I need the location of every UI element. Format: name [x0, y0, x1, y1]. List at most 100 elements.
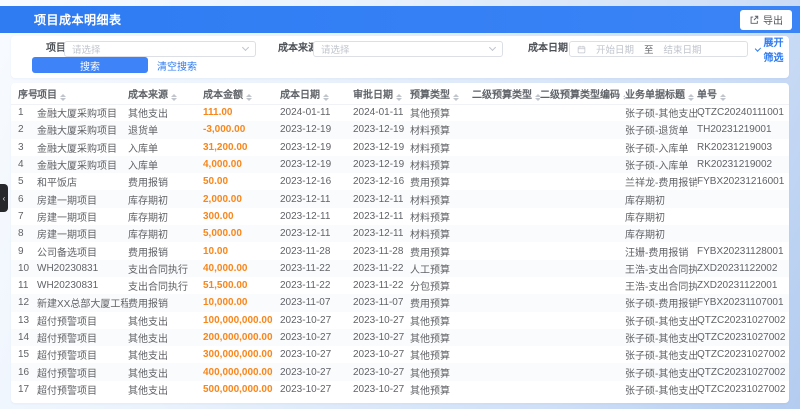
table-cell: 金融大厦采购项目 — [37, 109, 117, 121]
drawer-collapse-handle[interactable]: ‹ — [0, 184, 8, 212]
table-cell: 材料预算 — [410, 195, 450, 207]
column-header-4[interactable]: 成本日期 — [280, 83, 353, 105]
table-cell: 张子硕-其他支出 — [625, 368, 697, 380]
table-cell: WH20230831 — [37, 280, 99, 292]
table-cell: 51,500.00 — [203, 280, 248, 292]
project-select[interactable]: 请选择 — [64, 41, 256, 57]
table-cell: 10,000.00 — [203, 297, 248, 309]
table-cell: 2023-11-28 — [280, 245, 331, 257]
table-cell: 2023-12-19 — [280, 124, 332, 136]
export-button[interactable]: 导出 — [740, 9, 792, 30]
table-header-row: 序号 项目 成本来源 成本金额 成本日期 审批日期 预算类型 二级预算类型 二级预算类型编码 业务… — [11, 83, 789, 105]
cost-source-select[interactable]: 请选择 — [313, 41, 503, 57]
table-cell: 张子硕-入库单 — [625, 161, 689, 173]
sort-icon — [171, 93, 177, 101]
table-cell: 超付预警项目 — [37, 368, 97, 380]
column-header-1[interactable]: 项目 — [37, 83, 128, 105]
table-cell: 2023-11-22 — [353, 262, 404, 274]
table-row: 5 和平饭店 费用报销 50.00 2023-12-16 2023-12-16 费用预算 兰祥… — [11, 173, 789, 190]
table-cell: 金融大厦采购项目 — [37, 126, 117, 138]
column-header-9[interactable]: 业务单据标题 — [625, 83, 697, 105]
table-cell: QTZC20231027002 — [697, 349, 786, 361]
table-cell: 1 — [18, 107, 24, 119]
table-cell: 2023-12-16 — [280, 176, 332, 188]
table-cell: 300,000,000.00 — [203, 349, 273, 361]
table-cell: 8 — [18, 228, 24, 240]
table-cell: 其他预算 — [410, 368, 450, 380]
column-header-label: 成本金额 — [203, 89, 243, 101]
table-cell: 2023-10-27 — [353, 349, 405, 361]
sort-icon — [396, 93, 402, 101]
table-row: 16 超付预警项目 其他支出 400,000,000.00 2023-10-27 2023… — [11, 363, 789, 381]
table-cell: 10 — [18, 262, 30, 274]
table-cell: QTZC20240111001 — [697, 107, 784, 119]
table-cell: 2023-10-27 — [280, 366, 332, 378]
table-cell: FYBX20231128001 — [697, 245, 784, 257]
start-date-placeholder: 开始日期 — [595, 45, 634, 56]
table-cell: 2023-10-27 — [280, 349, 332, 361]
column-header-label: 成本日期 — [280, 89, 320, 101]
table-cell: 入库单 — [128, 143, 158, 155]
column-header-2[interactable]: 成本来源 — [128, 83, 203, 105]
expand-filter-link[interactable]: 展开筛选 — [754, 38, 789, 64]
table-cell: 新建XX总部大厦工程二期 — [37, 299, 128, 311]
table-cell: 5,000.00 — [203, 228, 242, 240]
table-cell: 2023-12-11 — [353, 228, 404, 240]
column-header-label: 审批日期 — [353, 89, 393, 101]
table-cell — [540, 104, 625, 121]
cost-date-range-input[interactable]: 开始日期 至 结束日期 — [569, 41, 748, 57]
table-cell — [540, 208, 625, 225]
table-cell: 张子硕-入库单 — [625, 143, 689, 155]
table-cell — [472, 104, 540, 121]
table-cell: 库存期初 — [625, 195, 665, 207]
table-row: 10 WH20230831 支出合同执行 40,000.00 2023-11-22 202… — [11, 259, 789, 277]
table-cell: 张子硕-费用报销 — [625, 299, 697, 311]
table-cell: 人工预算 — [410, 264, 450, 276]
table-row: 7 房建一期项目 库存期初 300.00 2023-12-11 2023-12-11 材料预… — [11, 208, 789, 225]
table-row: 15 超付预警项目 其他支出 300,000,000.00 2023-10-27 2023… — [11, 346, 789, 363]
search-button[interactable]: 搜索 — [32, 57, 148, 73]
clear-search-button[interactable]: 清空搜索 — [157, 57, 197, 73]
table-cell: 库存期初 — [128, 230, 168, 242]
column-header-5[interactable]: 审批日期 — [353, 83, 410, 105]
table-cell: 其他预算 — [410, 351, 450, 363]
column-header-3[interactable]: 成本金额 — [203, 83, 280, 105]
table-cell: QTZC20231027002 — [697, 332, 786, 343]
column-header-7[interactable]: 二级预算类型 — [472, 83, 540, 105]
chevron-down-icon — [241, 43, 250, 52]
table-cell: 超付预警项目 — [37, 385, 97, 397]
table-cell: 其他支出 — [128, 316, 168, 328]
table-cell: 其他支出 — [128, 368, 168, 380]
table-cell — [472, 312, 540, 329]
table-row: 17 超付预警项目 其他支出 500,000,000.00 2023-10-27 2023… — [11, 381, 789, 398]
table-cell: 超付预警项目 — [37, 334, 97, 345]
filter-actions: 搜索 清空搜索 — [11, 57, 789, 74]
column-header-8[interactable]: 二级预算类型编码 — [540, 83, 625, 105]
table-cell — [540, 312, 625, 329]
table-cell: 其他预算 — [410, 334, 450, 345]
column-header-6[interactable]: 预算类型 — [410, 83, 472, 105]
table-cell — [540, 173, 625, 190]
column-header-10[interactable]: 单号 — [697, 83, 789, 105]
cost-source-filter-label: 成本来源 — [278, 43, 318, 54]
table-row: 13 超付预警项目 其他支出 100,000,000.00 2023-10-27 2023… — [11, 312, 789, 329]
table-cell: 2023-12-11 — [280, 193, 331, 205]
export-icon — [750, 15, 759, 24]
table-cell — [540, 277, 625, 294]
table-cell: 14 — [18, 332, 30, 343]
table-cell: 2023-10-27 — [353, 314, 405, 326]
table-cell: 2023-11-22 — [280, 262, 331, 274]
table-cell: 张子硕-其他支出 — [625, 334, 697, 345]
table-cell: 11 — [18, 280, 29, 292]
table-cell: 其他支出 — [128, 109, 168, 121]
table-cell: 2023-12-11 — [353, 193, 404, 205]
table-cell: 金融大厦采购项目 — [37, 161, 117, 173]
table-cell: 2023-11-07 — [280, 297, 331, 309]
table-cell: 17 — [18, 383, 30, 395]
table-cell: 其他预算 — [410, 385, 450, 397]
table-cell — [540, 346, 625, 363]
table-cell: 兰祥龙-费用报销 — [625, 178, 697, 190]
table-cell: 2023-10-27 — [353, 332, 405, 343]
table-cell: QTZC20231027002 — [697, 366, 786, 378]
table-cell — [540, 242, 625, 259]
